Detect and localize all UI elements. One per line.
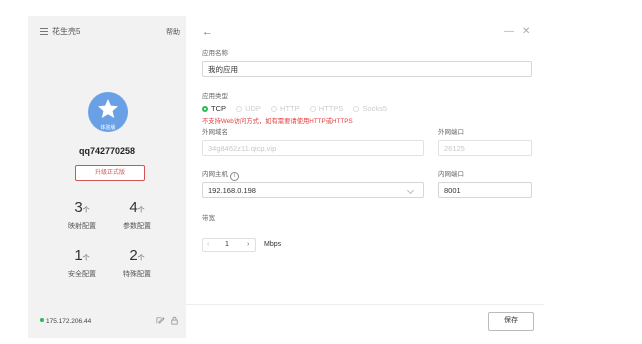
- stat-label: 安全配置: [68, 271, 96, 278]
- save-button[interactable]: 保存: [488, 312, 534, 331]
- ext-port-label: 外网端口: [438, 129, 464, 136]
- upgrade-button[interactable]: 升级正式版: [75, 165, 145, 181]
- stat-label: 特殊配置: [123, 271, 151, 278]
- int-host-label: 内网主机 i: [202, 168, 239, 181]
- footer-divider: [186, 304, 544, 305]
- radio-https[interactable]: HTTPS: [309, 104, 343, 113]
- stat-special[interactable]: 2个 特殊配置: [112, 248, 162, 279]
- ip-address: 175.172.206.44: [46, 318, 92, 325]
- stat-label: 映射配置: [68, 223, 96, 230]
- stat-label: 参数配置: [123, 223, 151, 230]
- int-port-label: 内网端口: [438, 171, 464, 178]
- stat-number: 4: [129, 199, 138, 216]
- edition-badge: 体验版: [100, 125, 116, 131]
- username: qq742770258: [78, 146, 136, 156]
- app-name-input[interactable]: 我的应用: [202, 61, 532, 77]
- edit-icon[interactable]: [156, 316, 165, 325]
- back-arrow-icon[interactable]: ←: [202, 26, 213, 38]
- connection-status: 175.172.206.44: [40, 318, 91, 325]
- star-icon: [98, 99, 118, 118]
- help-link[interactable]: 帮助: [166, 27, 180, 37]
- menu-icon[interactable]: [40, 28, 48, 35]
- app-type-label: 应用类型: [202, 93, 228, 100]
- radio-udp[interactable]: UDP: [236, 104, 261, 113]
- increment-icon[interactable]: ›: [247, 241, 249, 248]
- lock-icon[interactable]: [170, 316, 179, 325]
- radio-socks5[interactable]: Socks5: [353, 104, 387, 113]
- sidebar: 花生壳5 帮助 体验版 qq742770258 升级正式版 3个 映射配置 4个…: [28, 16, 186, 338]
- stat-mapping[interactable]: 3个 映射配置: [57, 200, 107, 231]
- int-port-input[interactable]: 8001: [438, 182, 532, 198]
- info-icon[interactable]: i: [229, 172, 239, 181]
- bandwidth-value: 1: [225, 241, 229, 248]
- ext-port-input: 26125: [438, 140, 532, 156]
- stat-unit: 个: [82, 255, 90, 262]
- main-panel: ← — ✕ 应用名称 我的应用 应用类型 TCP UDP HTTP HTTPS …: [186, 16, 544, 338]
- radio-http[interactable]: HTTP: [271, 104, 300, 113]
- stat-unit: 个: [137, 207, 145, 214]
- ext-domain-label: 外网域名: [202, 129, 228, 136]
- decrement-icon[interactable]: ‹: [207, 241, 209, 248]
- avatar[interactable]: 体验版: [88, 92, 128, 132]
- ext-domain-input: 34g8462z11.qicp.vip: [202, 140, 424, 156]
- stat-number: 2: [129, 247, 138, 264]
- stat-params[interactable]: 4个 参数配置: [112, 200, 162, 231]
- stat-number: 3: [74, 199, 83, 216]
- bandwidth-stepper[interactable]: ‹ 1 ›: [202, 238, 256, 252]
- bandwidth-label: 带宽: [202, 215, 215, 222]
- int-host-select[interactable]: 192.168.0.198: [202, 182, 424, 198]
- close-icon[interactable]: ✕: [522, 26, 530, 37]
- stat-unit: 个: [82, 207, 90, 214]
- minimize-icon[interactable]: —: [504, 26, 514, 37]
- chevron-down-icon: [406, 186, 415, 195]
- radio-tcp[interactable]: TCP: [202, 104, 226, 113]
- stat-security[interactable]: 1个 安全配置: [57, 248, 107, 279]
- app-name-label: 应用名称: [202, 50, 228, 57]
- stat-unit: 个: [137, 255, 145, 262]
- app-window: 花生壳5 帮助 体验版 qq742770258 升级正式版 3个 映射配置 4个…: [28, 16, 544, 338]
- type-warning: 不支持Web访问方式，如有需要请使用HTTP或HTTPS: [202, 118, 353, 125]
- app-title: 花生壳5: [52, 27, 81, 36]
- bandwidth-unit: Mbps: [264, 241, 282, 248]
- online-dot-icon: [40, 318, 44, 322]
- app-type-radio-group: TCP UDP HTTP HTTPS Socks5: [202, 104, 395, 113]
- stat-number: 1: [74, 247, 83, 264]
